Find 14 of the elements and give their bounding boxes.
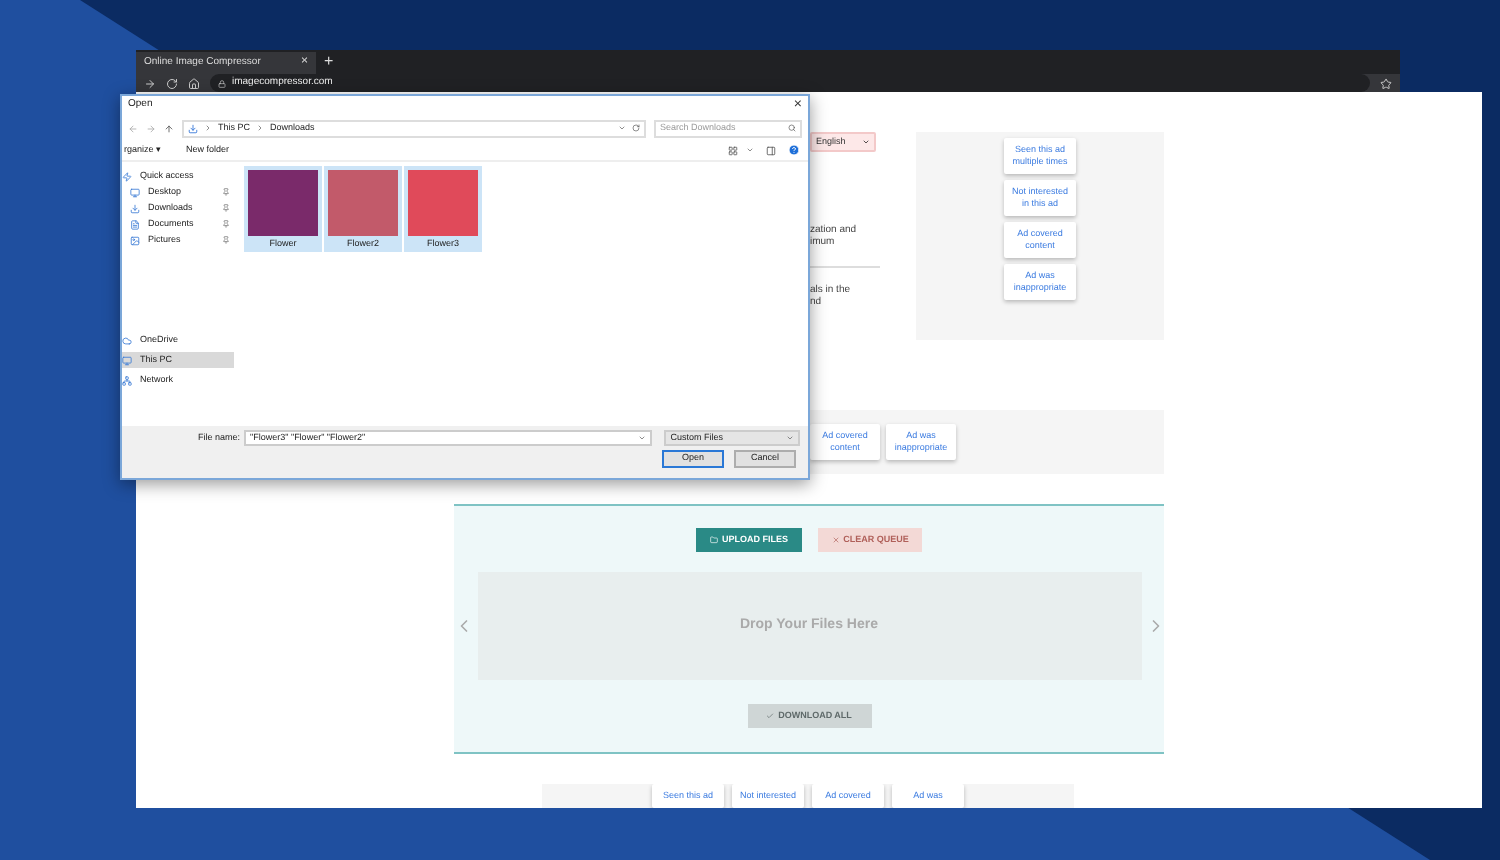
home-icon[interactable] xyxy=(188,77,200,89)
search-icon xyxy=(788,124,796,132)
new-tab-button[interactable]: + xyxy=(324,50,334,74)
forward-icon[interactable] xyxy=(144,77,156,89)
lock-icon xyxy=(218,79,226,87)
reload-icon[interactable] xyxy=(166,77,178,89)
preview-pane-icon[interactable] xyxy=(766,145,776,155)
up-icon[interactable] xyxy=(164,123,174,133)
bookmark-star-icon[interactable] xyxy=(1380,77,1392,89)
check-icon xyxy=(766,712,775,720)
download-icon xyxy=(188,123,198,133)
refresh-icon[interactable] xyxy=(632,124,640,132)
view-icon[interactable] xyxy=(728,145,738,155)
help-icon[interactable] xyxy=(788,144,800,156)
